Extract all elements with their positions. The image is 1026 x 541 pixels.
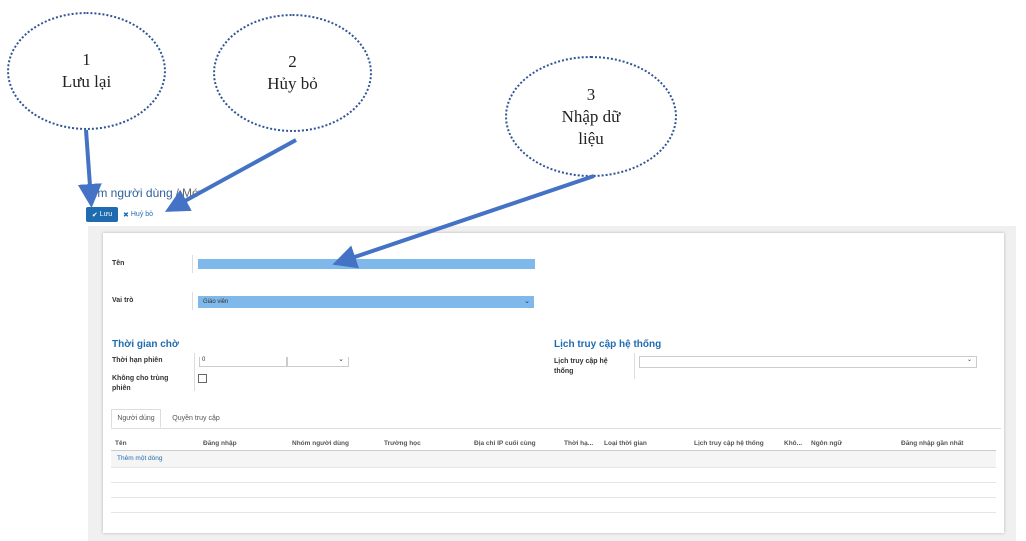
chevron-down-icon: ⌄	[338, 356, 344, 363]
tab-bar: Người dùng Quyền truy cập	[111, 409, 1001, 429]
column-header-name[interactable]: Tên	[115, 440, 127, 447]
table-row	[111, 467, 996, 468]
session-duration-label: Thời hạn phiên	[112, 357, 163, 364]
column-header-last-ip[interactable]: Địa chỉ IP cuối cùng	[474, 440, 536, 447]
table-row	[111, 497, 996, 498]
column-header-last-login[interactable]: Đăng nhập gần nhất	[901, 440, 963, 447]
save-button[interactable]: ✔ Lưu	[86, 207, 118, 222]
chevron-down-icon: ⌄	[524, 298, 530, 305]
tab-users[interactable]: Người dùng	[111, 409, 161, 428]
cancel-button-label: Huỷ bỏ	[130, 211, 154, 218]
callout-number: 3	[586, 84, 596, 104]
column-header-user-group[interactable]: Nhóm người dùng	[292, 440, 349, 447]
form-sheet: Tên Vai trò Giáo viên ⌄ Thời gian chờ Th…	[103, 233, 1004, 533]
save-button-label: Lưu	[99, 211, 113, 218]
column-header-school[interactable]: Trường học	[384, 440, 421, 447]
breadcrumb-parent-link[interactable]: hóm người dùng	[84, 186, 173, 200]
role-value: Giáo viên	[203, 299, 229, 305]
callout-text: Lưu lại	[61, 72, 112, 91]
label-divider	[194, 353, 195, 391]
callout-text: Hủy bỏ	[267, 74, 318, 93]
access-schedule-select[interactable]: ⌄	[639, 356, 977, 368]
time-unit-select[interactable]: ⌄	[287, 356, 349, 367]
cancel-button[interactable]: ✖ Huỷ bỏ	[123, 207, 153, 222]
label-divider	[192, 292, 193, 310]
column-header-time-type[interactable]: Loại thời gian	[604, 440, 647, 447]
column-header-login[interactable]: Đăng nhập	[203, 440, 237, 447]
chevron-down-icon: ⌄	[966, 357, 972, 363]
add-line-link[interactable]: Thêm một dòng	[117, 455, 163, 462]
name-input[interactable]	[198, 259, 535, 269]
name-label: Tên	[112, 260, 125, 267]
check-icon: ✔	[91, 211, 98, 219]
session-duration-value: 0	[202, 357, 206, 363]
callout-bubble-2: 2 Hủy bỏ	[213, 14, 372, 132]
no-duplicate-session-checkbox[interactable]	[198, 374, 207, 383]
column-header-language[interactable]: Ngôn ngữ	[811, 440, 842, 447]
role-label: Vai trò	[112, 297, 134, 304]
breadcrumb-current: Mớ	[181, 186, 200, 200]
add-line-row	[111, 451, 996, 467]
tab-access-rights[interactable]: Quyền truy cập	[165, 409, 227, 428]
session-duration-input[interactable]: 0	[199, 357, 287, 367]
breadcrumb: hóm người dùng / Mớ	[84, 186, 200, 200]
column-header-lock[interactable]: Khô...	[784, 440, 802, 447]
close-icon: ✖	[123, 211, 129, 219]
column-header-access-schedule[interactable]: Lịch truy cập hệ thống	[694, 440, 764, 447]
tab-users-label: Người dùng	[117, 415, 155, 422]
no-duplicate-session-label: Không cho trùng phiên	[112, 375, 169, 392]
breadcrumb-separator: /	[175, 186, 179, 200]
column-header-duration[interactable]: Thời hạ...	[564, 440, 593, 447]
tab-access-rights-label: Quyền truy cập	[172, 415, 220, 422]
callout-bubble-1: 1 Lưu lại	[7, 12, 166, 130]
access-schedule-label: Lịch truy cập hệ thống	[554, 358, 608, 375]
timeout-section-title: Thời gian chờ	[112, 339, 179, 350]
callout-number: 1	[82, 50, 91, 69]
callout-bubble-3: 3 Nhập dữ liệu	[505, 56, 677, 177]
table-row	[111, 512, 996, 513]
callout-text: Nhập dữ liệu	[561, 106, 621, 148]
label-divider	[192, 255, 193, 273]
table-row	[111, 482, 996, 483]
callout-number: 2	[288, 52, 297, 71]
label-divider	[634, 353, 635, 379]
role-select[interactable]: Giáo viên ⌄	[198, 296, 534, 308]
access-schedule-section-title: Lịch truy cập hệ thống	[554, 339, 662, 350]
